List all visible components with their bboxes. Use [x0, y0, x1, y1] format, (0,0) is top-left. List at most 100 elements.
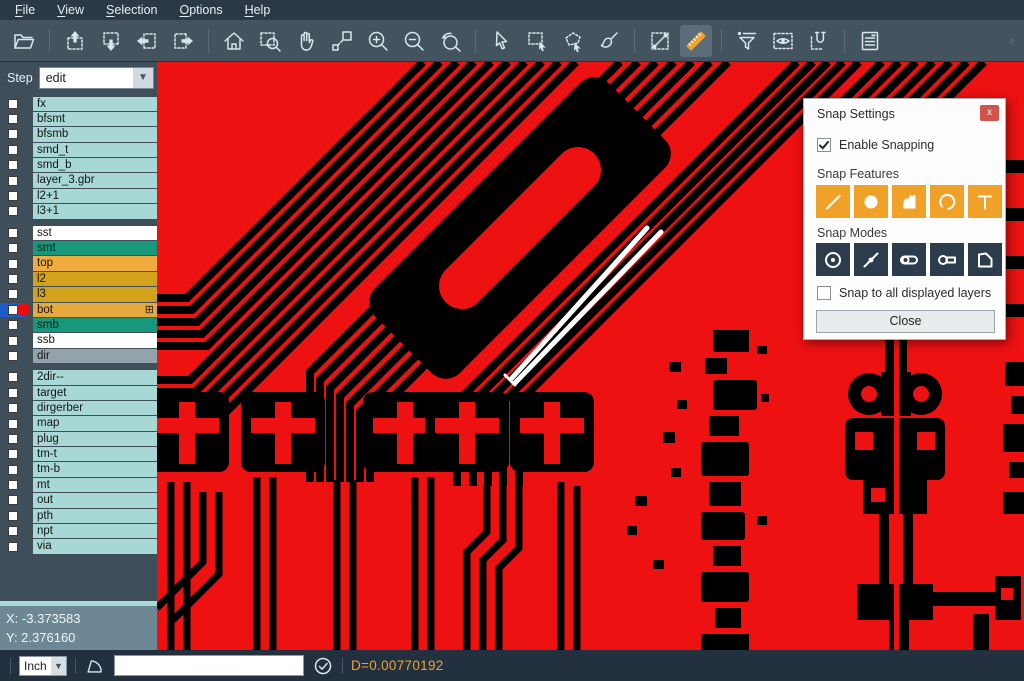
dialog-close-button[interactable]: x	[980, 105, 999, 121]
menu-help[interactable]: Help	[234, 1, 282, 19]
home-view-button[interactable]	[218, 25, 250, 57]
layer-visibility-checkbox[interactable]	[0, 226, 26, 240]
layer-name[interactable]: dir	[33, 349, 157, 363]
layer-row-via[interactable]: via	[0, 539, 157, 554]
layer-row-dirgerber[interactable]: dirgerber	[0, 400, 157, 415]
layer-row-dir[interactable]: dir	[0, 348, 157, 363]
layer-name[interactable]: tm-t	[33, 447, 157, 461]
layer-name[interactable]: map	[33, 416, 157, 430]
layer-row-fx[interactable]: fx	[0, 96, 157, 111]
menu-file[interactable]: File	[4, 1, 46, 19]
layer-visibility-checkbox[interactable]	[0, 493, 26, 507]
layer-visibility-checkbox[interactable]	[0, 158, 26, 172]
layer-row-bfsmt[interactable]: bfsmt	[0, 111, 157, 126]
chevron-down-icon[interactable]: ▼	[133, 68, 153, 88]
layer-name[interactable]: l2+1	[33, 189, 157, 203]
layer-visibility-checkbox[interactable]	[0, 189, 26, 203]
layer-visibility-checkbox[interactable]	[0, 174, 26, 188]
layer-visibility-checkbox[interactable]	[0, 540, 26, 554]
layer-row-pth[interactable]: pth	[0, 508, 157, 523]
report-button[interactable]	[854, 25, 886, 57]
pan-button[interactable]	[290, 25, 322, 57]
layer-visibility-checkbox[interactable]	[0, 463, 26, 477]
layer-row-map[interactable]: map	[0, 416, 157, 431]
layer-visibility-checkbox[interactable]	[0, 401, 26, 415]
layer-name[interactable]: dirgerber	[33, 401, 157, 415]
step-select[interactable]: edit ▼	[39, 67, 154, 89]
zoom-previous-button[interactable]	[434, 25, 466, 57]
snap-feature-pad-button[interactable]	[854, 185, 888, 218]
layer-visibility-checkbox[interactable]	[0, 417, 26, 431]
layer-name[interactable]: 2dir--	[33, 370, 157, 384]
layer-visibility-checkbox[interactable]	[0, 241, 26, 255]
snap-feature-arc-button[interactable]	[930, 185, 964, 218]
layer-name[interactable]: bfsmt	[33, 112, 157, 126]
apply-check-icon[interactable]	[312, 655, 334, 677]
layer-visibility-checkbox[interactable]	[0, 386, 26, 400]
layer-visibility-checkbox[interactable]	[0, 204, 26, 218]
layer-name[interactable]: tm-b	[33, 462, 157, 476]
layer-row-layer_3.gbr[interactable]: layer_3.gbr	[0, 173, 157, 188]
layer-name[interactable]: bfsmb	[33, 127, 157, 141]
snap-feature-text-button[interactable]	[968, 185, 1002, 218]
snap-mode-slot-start-button[interactable]	[892, 243, 926, 276]
layer-name[interactable]: l3+1	[33, 204, 157, 218]
layer-visibility-checkbox[interactable]	[0, 287, 26, 301]
layer-row-l2+1[interactable]: l2+1	[0, 188, 157, 203]
layer-name[interactable]: smd_b	[33, 158, 157, 172]
select-button[interactable]	[485, 25, 517, 57]
menu-selection[interactable]: Selection	[95, 1, 168, 19]
layer-visibility-checkbox[interactable]	[0, 257, 26, 271]
layer-visibility-checkbox[interactable]	[0, 334, 26, 348]
layer-name[interactable]: smd_t	[33, 143, 157, 157]
unit-select[interactable]: Inch ▼	[19, 656, 67, 676]
menu-view[interactable]: View	[46, 1, 95, 19]
layer-visibility-checkbox[interactable]	[0, 112, 26, 126]
open-button[interactable]	[8, 25, 40, 57]
layer-visibility-checkbox[interactable]	[0, 524, 26, 538]
layer-name[interactable]: target	[33, 386, 157, 400]
layer-name[interactable]: l2	[33, 272, 157, 286]
enable-snapping-checkbox[interactable]	[817, 138, 831, 152]
layer-name[interactable]: ssb	[33, 333, 157, 347]
move-left-button[interactable]	[131, 25, 163, 57]
command-input[interactable]	[114, 655, 304, 676]
layer-row-smb[interactable]: smb	[0, 317, 157, 332]
layer-name[interactable]: plug	[33, 432, 157, 446]
layer-row-smd_t[interactable]: smd_t	[0, 142, 157, 157]
layer-visibility-checkbox[interactable]	[0, 349, 26, 363]
layer-row-bfsmb[interactable]: bfsmb	[0, 127, 157, 142]
layer-row-smd_b[interactable]: smd_b	[0, 158, 157, 173]
dialog-close-action-button[interactable]: Close	[816, 310, 995, 333]
layer-visibility-checkbox[interactable]	[0, 127, 26, 141]
layer-name[interactable]: mt	[33, 478, 157, 492]
layer-row-npt[interactable]: npt	[0, 524, 157, 539]
layer-visibility-checkbox[interactable]	[0, 509, 26, 523]
zoom-out-button[interactable]	[398, 25, 430, 57]
layer-name[interactable]: via	[33, 539, 157, 553]
layer-name[interactable]: bot⊞	[33, 303, 157, 317]
snap-feature-line-button[interactable]	[816, 185, 850, 218]
layer-visibility-checkbox[interactable]	[0, 143, 26, 157]
layer-row-tm-b[interactable]: tm-b	[0, 462, 157, 477]
measure-ruler-button[interactable]	[680, 25, 712, 57]
layer-row-mt[interactable]: mt	[0, 477, 157, 492]
all-layers-checkbox[interactable]	[817, 286, 831, 300]
layer-row-target[interactable]: target	[0, 385, 157, 400]
angle-measure-icon[interactable]	[84, 655, 106, 677]
snap-mode-slot-whole-button[interactable]	[930, 243, 964, 276]
menu-options[interactable]: Options	[168, 1, 233, 19]
move-right-button[interactable]	[167, 25, 199, 57]
layer-row-plug[interactable]: plug	[0, 431, 157, 446]
layer-row-ssb[interactable]: ssb	[0, 333, 157, 348]
measure-point-button[interactable]	[644, 25, 676, 57]
layer-row-top[interactable]: top	[0, 256, 157, 271]
layer-name[interactable]: sst	[33, 226, 157, 240]
layer-row-out[interactable]: out	[0, 493, 157, 508]
layer-name[interactable]: l3	[33, 287, 157, 301]
layer-name[interactable]: top	[33, 256, 157, 270]
snap-button[interactable]	[803, 25, 835, 57]
layer-row-l3[interactable]: l3	[0, 287, 157, 302]
zoom-window-button[interactable]	[254, 25, 286, 57]
select-rectangle-button[interactable]	[521, 25, 553, 57]
